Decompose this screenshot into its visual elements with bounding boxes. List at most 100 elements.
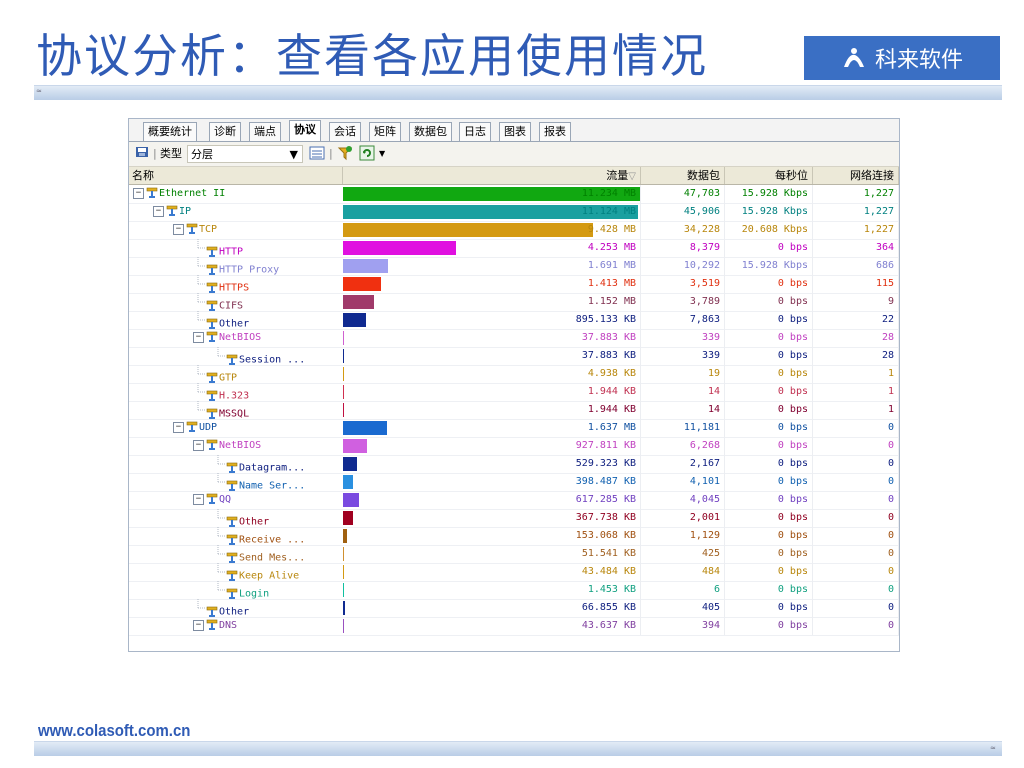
type-select[interactable]: 分层 ▼ <box>187 145 303 163</box>
tab-1[interactable]: 诊断 <box>209 122 241 141</box>
column-header-bps[interactable]: 每秒位 <box>725 167 813 184</box>
connections-cell: 115 <box>813 275 899 293</box>
packets-cell: 11,181 <box>641 419 725 437</box>
table-row[interactable]: CIFS 1.152 MB 3,789 0 bps 9 <box>129 293 899 312</box>
table-row[interactable]: − QQ 617.285 KB 4,045 0 bps 0 <box>129 491 899 510</box>
table-row[interactable]: Receive ... 153.068 KB 1,129 0 bps 0 <box>129 527 899 546</box>
protocol-label: Other <box>219 606 250 618</box>
collapse-toggle-icon[interactable]: − <box>173 223 184 235</box>
connections-cell: 28 <box>813 347 899 365</box>
collapse-toggle-icon[interactable]: − <box>193 439 204 451</box>
protocol-filter-icon[interactable] <box>337 145 353 163</box>
traffic-cell: 1.944 KB <box>343 401 641 419</box>
protocol-label: IP <box>179 206 192 217</box>
footer-url[interactable]: www.colasoft.com.cn <box>38 721 190 741</box>
connections-cell: 364 <box>813 239 899 257</box>
table-row[interactable]: MSSQL 1.944 KB 14 0 bps 1 <box>129 401 899 420</box>
protocol-name-cell: − UDP <box>173 419 217 437</box>
protocol-label: UDP <box>199 422 218 433</box>
traffic-cell: 153.068 KB <box>343 527 641 545</box>
packets-cell: 14 <box>641 401 725 419</box>
table-row[interactable]: HTTPS 1.413 MB 3,519 0 bps 115 <box>129 275 899 294</box>
packets-cell: 14 <box>641 383 725 401</box>
tab-7[interactable]: 日志 <box>459 122 491 141</box>
collapse-toggle-icon[interactable]: − <box>193 493 204 505</box>
tab-9[interactable]: 报表 <box>539 122 571 141</box>
traffic-cell: 895.133 KB <box>343 311 641 329</box>
table-row[interactable]: − DNS 43.637 KB 394 0 bps 0 <box>129 617 899 636</box>
protocol-icon <box>186 421 198 433</box>
protocol-name-cell: − DNS <box>193 617 237 635</box>
connections-cell: 9 <box>813 293 899 311</box>
protocol-name-cell: − QQ <box>193 491 231 509</box>
protocol-icon <box>226 516 238 528</box>
connections-cell: 28 <box>813 329 899 347</box>
collapse-toggle-icon[interactable]: − <box>173 421 184 433</box>
column-header-traffic[interactable]: 流量▽ <box>343 167 641 184</box>
tab-0[interactable]: 概要统计 <box>143 122 197 141</box>
packets-cell: 1,129 <box>641 527 725 545</box>
bps-cell: 0 bps <box>725 599 813 617</box>
column-header-packets[interactable]: 数据包 <box>641 167 725 184</box>
table-row[interactable]: HTTP Proxy 1.691 MB 10,292 15.928 Kbps 686 <box>129 257 899 276</box>
connections-cell: 1,227 <box>813 185 899 203</box>
protocol-name-cell: Send Mes... <box>213 545 305 564</box>
bps-cell: 0 bps <box>725 365 813 383</box>
packets-cell: 45,906 <box>641 203 725 221</box>
table-row[interactable]: Other 66.855 KB 405 0 bps 0 <box>129 599 899 618</box>
bps-cell: 0 bps <box>725 617 813 635</box>
packets-cell: 405 <box>641 599 725 617</box>
table-row[interactable]: − NetBIOS 37.883 KB 339 0 bps 28 <box>129 329 899 348</box>
connections-cell: 1,227 <box>813 221 899 239</box>
table-row[interactable]: Datagram... 529.323 KB 2,167 0 bps 0 <box>129 455 899 474</box>
refresh-icon[interactable] <box>359 145 375 163</box>
collapse-toggle-icon[interactable]: − <box>133 187 144 199</box>
table-row[interactable]: − IP 11.124 MB 45,906 15.928 Kbps 1,227 <box>129 203 899 222</box>
protocol-label: MSSQL <box>219 408 250 420</box>
tab-5[interactable]: 矩阵 <box>369 122 401 141</box>
bps-cell: 0 bps <box>725 509 813 527</box>
tab-4[interactable]: 会话 <box>329 122 361 141</box>
tab-6[interactable]: 数据包 <box>409 122 452 141</box>
protocol-icon <box>206 246 218 258</box>
protocol-name-cell: H.323 <box>193 383 249 402</box>
packets-cell: 484 <box>641 563 725 581</box>
protocol-icon <box>206 282 218 294</box>
table-row[interactable]: Send Mes... 51.541 KB 425 0 bps 0 <box>129 545 899 564</box>
collapse-toggle-icon[interactable]: − <box>193 619 204 631</box>
protocol-name-cell: Name Ser... <box>213 473 305 492</box>
column-header-connections[interactable]: 网络连接 <box>813 167 899 184</box>
collapse-toggle-icon[interactable]: − <box>193 331 204 343</box>
table-row[interactable]: Other 895.133 KB 7,863 0 bps 22 <box>129 311 899 330</box>
collapse-toggle-icon[interactable]: − <box>153 205 164 217</box>
refresh-dropdown-icon[interactable]: ▼ <box>379 145 385 163</box>
table-row[interactable]: Keep Alive 43.484 KB 484 0 bps 0 <box>129 563 899 582</box>
table-row[interactable]: − TCP 9.428 MB 34,228 20.608 Kbps 1,227 <box>129 221 899 240</box>
table-row[interactable]: Session ... 37.883 KB 339 0 bps 28 <box>129 347 899 366</box>
column-header-name[interactable]: 名称 <box>129 167 343 184</box>
traffic-cell: 66.855 KB <box>343 599 641 617</box>
table-row[interactable]: − UDP 1.637 MB 11,181 0 bps 0 <box>129 419 899 438</box>
table-row[interactable]: HTTP 4.253 MB 8,379 0 bps 364 <box>129 239 899 258</box>
tab-2[interactable]: 端点 <box>249 122 281 141</box>
table-row[interactable]: Name Ser... 398.487 KB 4,101 0 bps 0 <box>129 473 899 492</box>
footer-corner-mark: ≈ <box>990 744 996 752</box>
list-view-icon[interactable] <box>309 145 325 163</box>
protocol-name-cell: HTTPS <box>193 275 249 294</box>
table-row[interactable]: H.323 1.944 KB 14 0 bps 1 <box>129 383 899 402</box>
connections-cell: 686 <box>813 257 899 275</box>
table-row[interactable]: GTP 4.938 KB 19 0 bps 1 <box>129 365 899 384</box>
grid-header: 名称 流量▽ 数据包 每秒位 网络连接 <box>129 167 899 185</box>
protocol-icon <box>206 619 218 631</box>
tab-8[interactable]: 图表 <box>499 122 531 141</box>
protocol-name-cell: GTP <box>193 365 237 384</box>
protocol-name-cell: MSSQL <box>193 401 250 420</box>
table-row[interactable]: − NetBIOS 927.811 KB 6,268 0 bps 0 <box>129 437 899 456</box>
table-row[interactable]: Other 367.738 KB 2,001 0 bps 0 <box>129 509 899 528</box>
tab-3[interactable]: 协议 <box>289 120 321 141</box>
packets-cell: 425 <box>641 545 725 563</box>
table-row[interactable]: Login 1.453 KB 6 0 bps 0 <box>129 581 899 600</box>
export-icon[interactable] <box>135 145 149 163</box>
table-row[interactable]: − Ethernet II 11.234 MB 47,703 15.928 Kbps 1,… <box>129 185 899 204</box>
bps-cell: 0 bps <box>725 239 813 257</box>
